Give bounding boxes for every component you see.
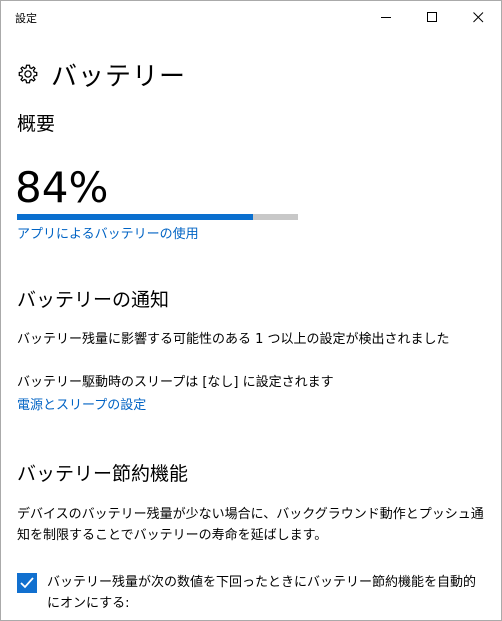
auto-battery-saver-checkbox[interactable]: [17, 573, 37, 593]
auto-battery-saver-label-line2: にオンにする:: [47, 596, 130, 611]
sleep-setting-text: バッテリー駆動時のスリープは [なし] に設定されます: [17, 375, 334, 390]
battery-saver-description: デバイスのバッテリー残量が少ない場合に、バックグラウンド動作とプッシュ通 知を制…: [17, 504, 484, 546]
title-bar: 設定: [1, 1, 501, 33]
battery-saver-description-line2: 知を制限することでバッテリーの寿命を延ばします。: [17, 528, 328, 543]
close-button[interactable]: [455, 1, 501, 33]
power-sleep-settings-link[interactable]: 電源とスリープの設定: [17, 394, 146, 413]
maximize-button[interactable]: [409, 1, 455, 33]
checkmark-icon: [20, 577, 34, 589]
settings-window: 設定 バッテリー 概要 84% アプリによるバッテリーの使用 バッテリーの通知 …: [0, 0, 502, 621]
notifications-heading: バッテリーの通知: [17, 289, 170, 311]
battery-percent: 84%: [15, 163, 109, 212]
page-header: バッテリー: [17, 57, 187, 92]
minimize-button[interactable]: [363, 1, 409, 33]
maximize-icon: [427, 12, 437, 22]
battery-saver-heading: バッテリー節約機能: [17, 463, 189, 485]
battery-level-fill: [17, 214, 254, 220]
app-battery-usage-link[interactable]: アプリによるバッテリーの使用: [17, 223, 199, 242]
close-icon: [473, 12, 484, 23]
page-title: バッテリー: [51, 61, 187, 92]
battery-level-bar: [17, 214, 298, 220]
battery-saver-description-line1: デバイスのバッテリー残量が少ない場合に、バックグラウンド動作とプッシュ通: [17, 507, 484, 522]
auto-battery-saver-label-line1: バッテリー残量が次の数値を下回ったときにバッテリー節約機能を自動的: [47, 575, 477, 590]
minimize-icon: [381, 17, 391, 18]
detected-settings-text: バッテリー残量に影響する可能性のある 1 つ以上の設定が検出されました: [17, 332, 450, 347]
window-title: 設定: [15, 12, 37, 25]
auto-battery-saver-label[interactable]: バッテリー残量が次の数値を下回ったときにバッテリー節約機能を自動的 にオンにする…: [47, 572, 487, 614]
gear-icon: [18, 64, 38, 84]
overview-heading: 概要: [17, 113, 56, 135]
